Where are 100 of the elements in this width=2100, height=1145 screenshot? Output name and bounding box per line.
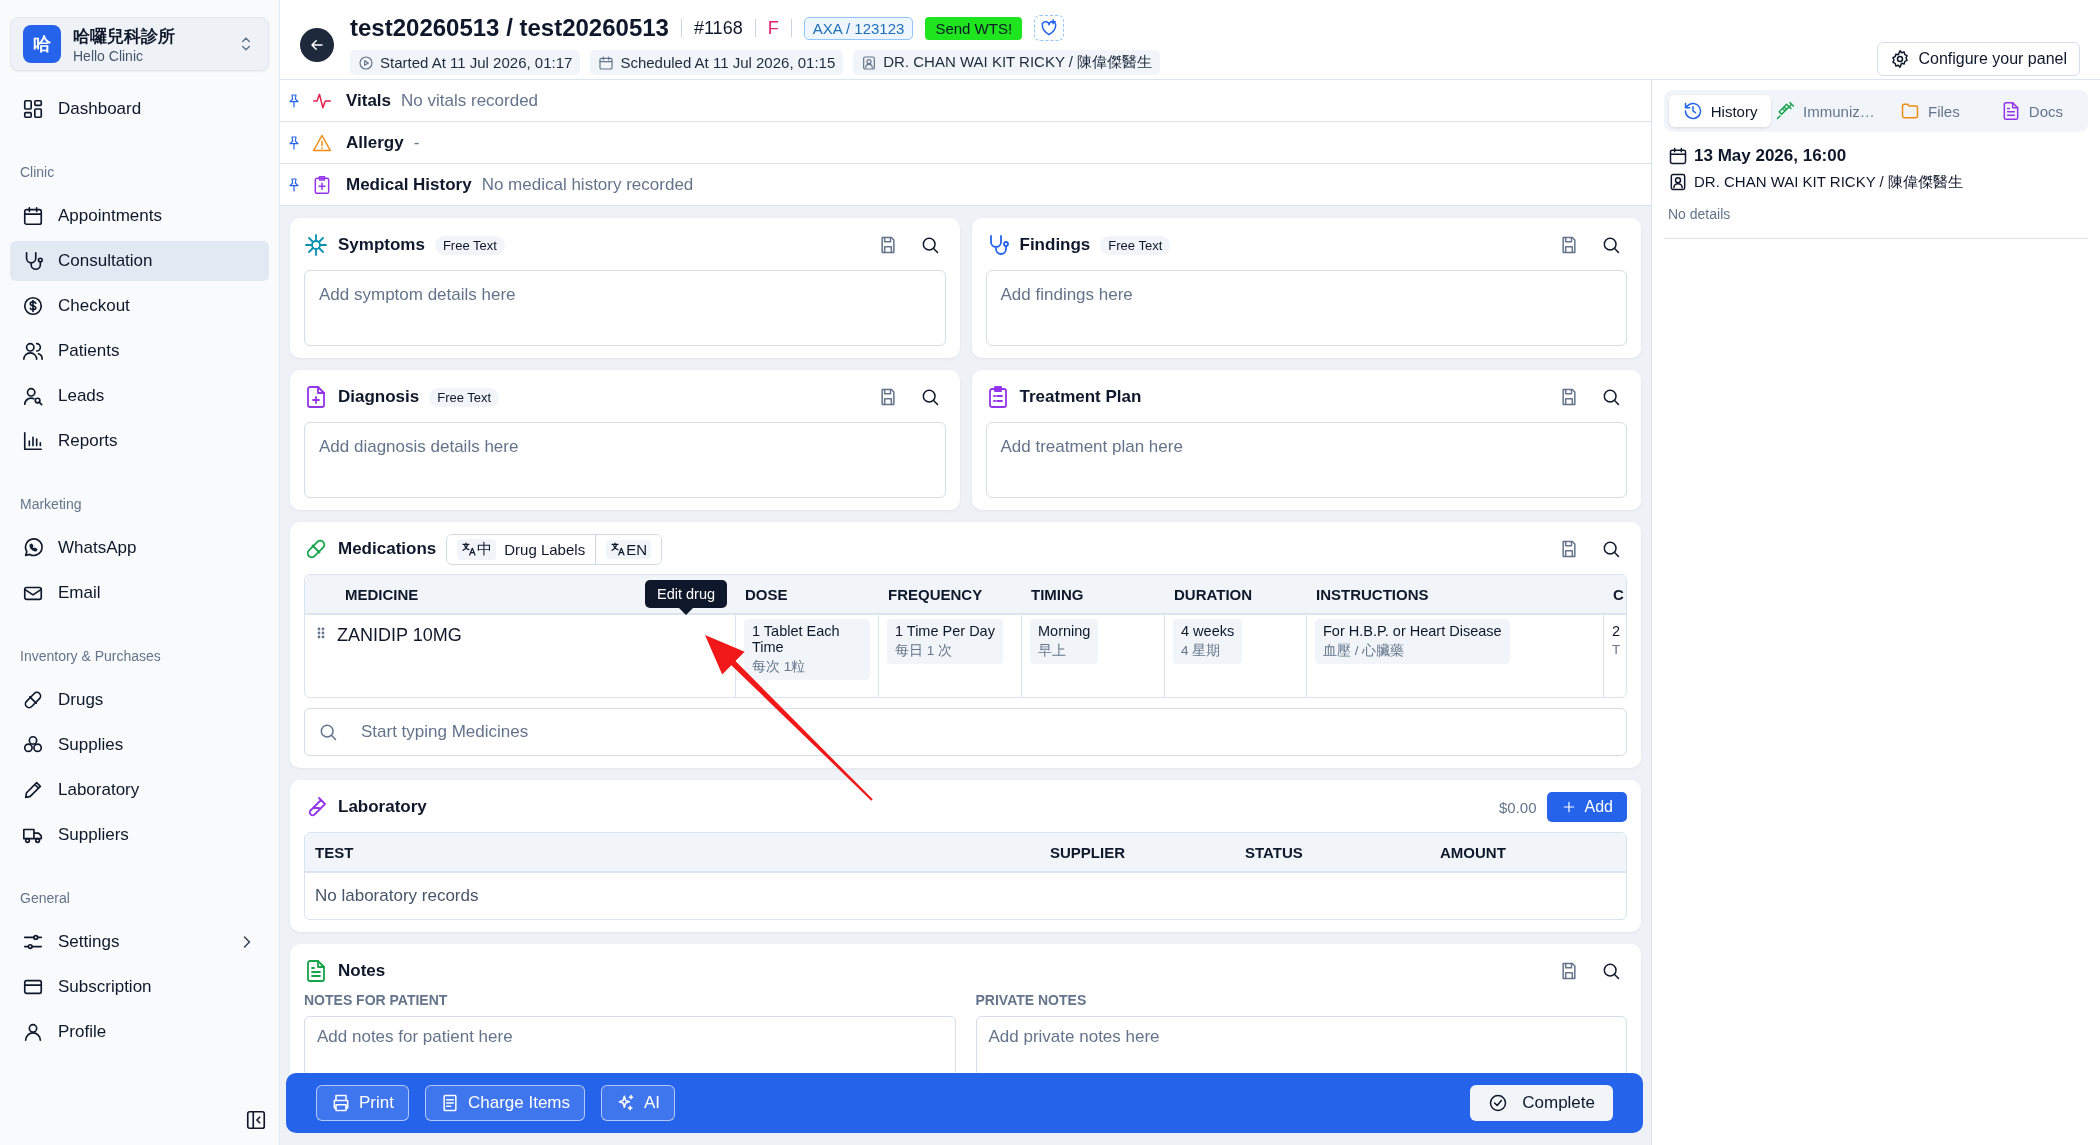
free-text-tag: Free Text <box>429 387 500 407</box>
user-icon <box>22 1021 44 1043</box>
info-chip: DR. CHAN WAI KIT RICKY / 陳偉傑醫生 <box>853 50 1161 75</box>
medicine-name: ZANIDIP 10MG <box>337 625 462 646</box>
column-header: MEDICINE <box>345 585 419 603</box>
search-field[interactable]: Start typing Medicines <box>304 708 1627 756</box>
card-title: Medications <box>338 539 437 559</box>
nav-item[interactable]: Drugs <box>10 680 269 720</box>
text-area[interactable]: Add private notes here <box>975 1016 1627 1076</box>
table-cell[interactable]: 2 T <box>1612 619 1621 661</box>
dashboard-icon <box>22 98 44 120</box>
configure-panel-button[interactable]: Configure your panel <box>1877 42 2080 76</box>
nav-item[interactable]: Subscription <box>10 967 269 1007</box>
visit-number: #1168 <box>693 17 743 39</box>
action-button[interactable]: AI <box>601 1085 676 1121</box>
column-header: TEST <box>314 843 355 861</box>
panel-tab[interactable]: History <box>1669 95 1772 127</box>
text-area[interactable]: Add diagnosis details here <box>304 422 946 498</box>
section-title: Medical History <box>346 174 472 195</box>
pill-icon <box>304 537 328 561</box>
info-chip: Scheduled At 11 Jul 2026, 01:15 <box>590 50 844 75</box>
info-chip: Started At 11 Jul 2026, 01:17 <box>350 50 581 75</box>
action-button[interactable]: Print <box>316 1085 409 1121</box>
clinic-logo: 哈 <box>23 25 61 63</box>
nav-item[interactable]: WhatsApp <box>10 528 269 568</box>
chat-bubble-icon <box>22 537 44 559</box>
column-header: DURATION <box>1174 585 1253 603</box>
nav-item[interactable]: Supplies <box>10 725 269 765</box>
nav-item[interactable]: Settings <box>10 922 269 962</box>
translate-icon <box>461 541 478 557</box>
text-area[interactable]: Add notes for patient here <box>304 1016 956 1076</box>
warning-icon <box>312 132 332 153</box>
save-icon <box>1559 387 1579 407</box>
settings-icon <box>1890 49 1911 69</box>
history-date: 13 May 2026, 16:00 <box>1694 146 1847 166</box>
history-icon <box>1682 101 1703 121</box>
table-cell[interactable]: 4 weeks 4 星期 <box>1173 619 1243 664</box>
add-favorite-button[interactable] <box>1034 15 1065 41</box>
section-value: No medical history recorded <box>481 174 694 195</box>
nav-item[interactable]: Consultation <box>10 241 269 281</box>
nav-item[interactable]: Profile <box>10 1012 269 1052</box>
save-icon <box>1559 961 1579 981</box>
table-cell[interactable]: 1 Tablet Each Time 每次 1粒 <box>744 619 870 680</box>
empty-message: No laboratory records <box>315 886 479 906</box>
nav-item[interactable]: Email <box>10 573 269 613</box>
section-heading: Inventory & Purchases <box>19 647 162 666</box>
calendar-icon <box>1668 146 1688 166</box>
document-icon <box>304 959 328 983</box>
panel-tab[interactable]: Files <box>1878 95 1981 127</box>
section-value: No vitals recorded <box>401 90 539 111</box>
nav-item[interactable]: Dashboard <box>10 89 269 129</box>
nav-item[interactable]: Leads <box>10 376 269 416</box>
doctor-name: DR. CHAN WAI KIT RICKY / 陳偉傑醫生 <box>1694 172 1963 192</box>
section-heading: Clinic <box>19 163 56 182</box>
panel-tab[interactable]: Immuniz… <box>1771 95 1879 127</box>
card-title: Treatment Plan <box>1019 387 1142 407</box>
search-icon <box>1601 387 1621 407</box>
search-icon <box>1601 235 1621 255</box>
column-header: AMOUNT <box>1439 843 1507 861</box>
nav-item[interactable]: Reports <box>10 421 269 461</box>
table-cell[interactable]: Morning 早上 <box>1030 619 1099 664</box>
clinic-subtitle: Hello Clinic <box>73 47 145 64</box>
calendar-icon <box>22 205 44 227</box>
pin-icon <box>286 176 302 193</box>
syringe-icon <box>1775 101 1796 121</box>
text-area[interactable]: Add treatment plan here <box>985 422 1627 498</box>
send-whatsapp-button[interactable]: Send WTS! <box>925 16 1023 40</box>
insurance-tag: AXA / 123123 <box>803 16 914 40</box>
back-button[interactable] <box>300 27 334 62</box>
nav-item[interactable]: Appointments <box>10 196 269 236</box>
complete-button[interactable]: Complete <box>1470 1085 1613 1121</box>
file-plus-icon <box>304 385 328 409</box>
action-button[interactable]: Charge Items <box>424 1085 585 1121</box>
nav-item[interactable]: Checkout <box>10 286 269 326</box>
id-badge-icon <box>861 54 878 71</box>
users-icon <box>22 340 44 362</box>
language-option[interactable]: 中 Drug Labels <box>447 534 597 564</box>
text-area[interactable]: Add symptom details here <box>304 270 946 346</box>
section-title: Vitals <box>346 90 392 111</box>
panel-tab[interactable]: Docs <box>1980 95 2083 127</box>
table-cell[interactable]: 1 Time Per Day 每日 1 次 <box>887 619 1003 664</box>
section-heading: General <box>19 889 71 908</box>
clinic-switcher[interactable]: 哈 哈囉兒科診所 Hello Clinic <box>10 17 269 71</box>
column-header: FREQUENCY <box>888 585 983 603</box>
nav-item[interactable]: Laboratory <box>10 770 269 810</box>
clipboard-plus-icon <box>312 174 332 195</box>
save-icon <box>1559 539 1579 559</box>
play-circle-icon <box>358 54 374 71</box>
folder-icon <box>1900 101 1920 121</box>
section-value: - <box>413 132 420 153</box>
pencil-icon <box>22 779 44 801</box>
add-button[interactable]: Add <box>1546 792 1627 822</box>
id-badge-icon <box>1668 172 1688 192</box>
text-area[interactable]: Add findings here <box>985 270 1627 346</box>
translate-icon <box>610 541 627 557</box>
nav-item[interactable]: Patients <box>10 331 269 371</box>
section-title: Allergy <box>346 132 404 153</box>
nav-item[interactable]: Suppliers <box>10 815 269 855</box>
gender-label: F <box>767 17 779 39</box>
table-cell[interactable]: For H.B.P. or Heart Disease 血壓 / 心臟藥 <box>1315 619 1510 664</box>
